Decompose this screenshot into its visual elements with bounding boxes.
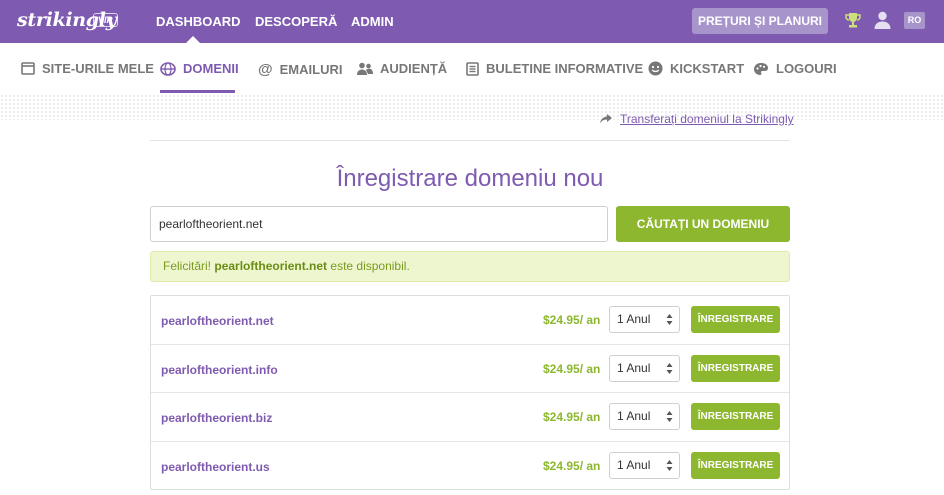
secondary-navigation: SITE-URILE MELE DOMENII @ EMAILURI AUDIE… (0, 43, 944, 94)
term-select[interactable]: 1 Anul (609, 306, 680, 333)
domain-name: pearloftheorient.net (161, 314, 274, 328)
subnav-label: AUDIENȚĂ (380, 61, 448, 76)
domain-price: $24.95/ an (543, 410, 601, 424)
success-suffix: este disponibil. (330, 259, 410, 273)
domain-result-row: pearloftheorient.us $24.95/ an 1 Anul ÎN… (151, 442, 789, 491)
domain-result-row: pearloftheorient.biz $24.95/ an 1 Anul Î… (151, 393, 789, 442)
user-icon[interactable] (874, 11, 891, 34)
term-select-value: 1 Anul (617, 457, 651, 472)
search-domain-button[interactable]: CĂUTAȚI UN DOMENIU (616, 206, 790, 242)
top-navigation-bar: strikingly VIP DASHBOARD DESCOPERĂ ADMIN… (0, 0, 944, 43)
register-button[interactable]: ÎNREGISTRARE (691, 306, 780, 333)
select-arrows-icon (666, 411, 673, 422)
subnav-label: KICKSTART (670, 61, 745, 76)
subnav-label: DOMENII (183, 61, 239, 76)
term-select-value: 1 Anul (617, 312, 651, 326)
register-button[interactable]: ÎNREGISTRARE (691, 403, 780, 430)
subnav-domains[interactable]: DOMENII (160, 61, 239, 76)
subnav-kickstart[interactable]: KICKSTART (648, 61, 744, 76)
select-arrows-icon (666, 314, 673, 325)
nav-discover[interactable]: DESCOPERĂ (255, 0, 337, 43)
header-dotted-pattern (0, 94, 944, 120)
term-select[interactable]: 1 Anul (609, 451, 680, 479)
domain-name: pearloftheorient.info (161, 362, 278, 377)
window-icon (21, 62, 35, 75)
success-prefix: Felicitări! (163, 259, 212, 273)
trophy-icon[interactable] (845, 12, 861, 34)
vip-badge: VIP (93, 13, 118, 27)
domain-results-list: pearloftheorient.net $24.95/ an 1 Anul Î… (150, 295, 790, 490)
subnav-my-sites[interactable]: SITE-URILE MELE (21, 61, 154, 76)
nav-admin[interactable]: ADMIN (351, 0, 394, 43)
pricing-plans-button[interactable]: PREȚURI ȘI PLANURI (692, 8, 828, 34)
domain-result-row: pearloftheorient.info $24.95/ an 1 Anul … (151, 345, 789, 393)
availability-message: Felicitări! pearloftheorient.net este di… (150, 251, 790, 282)
domain-price: $24.95/ an (543, 361, 601, 376)
people-icon (357, 62, 373, 75)
page-title: Înregistrare domeniu nou (336, 165, 604, 192)
subnav-emails[interactable]: @ EMAILURI (258, 61, 342, 78)
active-tab-indicator (160, 90, 235, 93)
smiley-icon (648, 61, 663, 76)
term-select-value: 1 Anul (617, 409, 651, 423)
transfer-domain-link[interactable]: Transferați domeniul la Strikingly (600, 112, 794, 126)
subnav-label: BULETINE INFORMATIVE (486, 61, 644, 76)
domain-name: pearloftheorient.biz (161, 411, 273, 425)
domain-result-row: pearloftheorient.net $24.95/ an 1 Anul Î… (151, 296, 789, 345)
select-arrows-icon (666, 362, 673, 374)
register-button[interactable]: ÎNREGISTRARE (691, 354, 780, 382)
at-icon: @ (258, 61, 273, 78)
subnav-label: SITE-URILE MELE (42, 61, 154, 76)
subnav-audience[interactable]: AUDIENȚĂ (357, 61, 447, 76)
domain-name: pearloftheorient.us (161, 459, 270, 474)
share-arrow-icon (600, 114, 612, 124)
select-arrows-icon (666, 459, 673, 471)
domain-search-input[interactable] (150, 206, 608, 242)
domain-price: $24.95/ an (543, 458, 601, 473)
available-domain: pearloftheorient.net (214, 259, 328, 273)
subnav-label: EMAILURI (279, 62, 343, 77)
register-button[interactable]: ÎNREGISTRARE (691, 451, 780, 479)
term-select[interactable]: 1 Anul (609, 403, 680, 430)
transfer-link-text[interactable]: Transferați domeniul la Strikingly (620, 112, 794, 126)
term-select-value: 1 Anul (617, 360, 651, 375)
newsletter-icon (466, 61, 479, 76)
subnav-logos[interactable]: LOGOURI (753, 61, 837, 76)
globe-icon (160, 61, 176, 76)
domain-price: $24.95/ an (543, 313, 601, 327)
subnav-newsletters[interactable]: BULETINE INFORMATIVE (466, 61, 643, 76)
palette-icon (754, 62, 768, 75)
language-selector[interactable]: RO (904, 12, 925, 29)
active-nav-caret (186, 36, 200, 43)
term-select[interactable]: 1 Anul (609, 354, 680, 382)
subnav-label: LOGOURI (776, 61, 837, 76)
divider (150, 140, 790, 141)
